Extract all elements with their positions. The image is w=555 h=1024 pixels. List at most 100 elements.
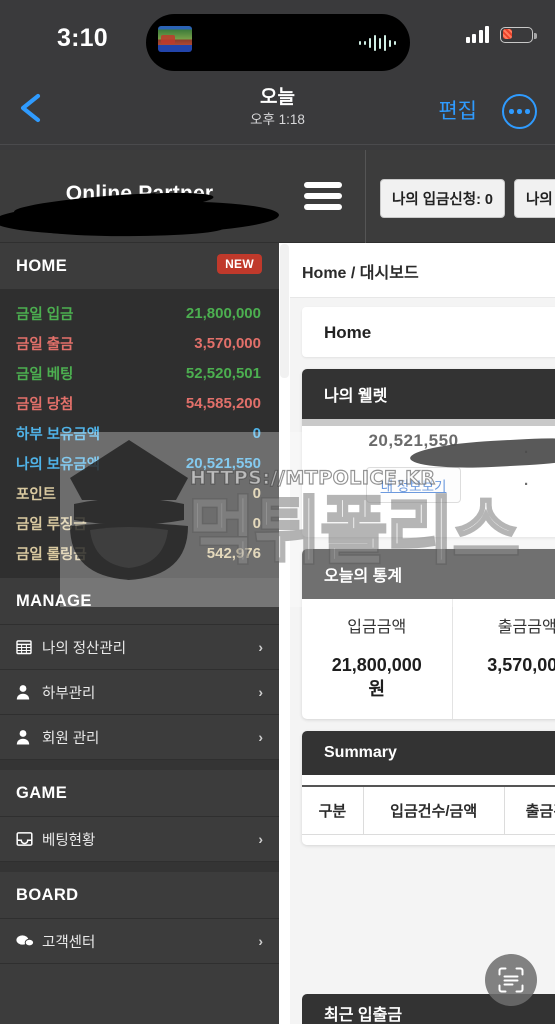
stat-label: 나의 보유금액	[16, 456, 101, 473]
stat-cell-label: 입금금액	[347, 619, 407, 636]
stat-cell-value: 21,800,000 원	[331, 655, 422, 699]
stat-label: 포인트	[16, 486, 57, 503]
summary-card-title: Summary	[302, 731, 555, 775]
wallet-side-values: · ·	[524, 444, 529, 493]
chevron-right-icon: ›	[258, 831, 263, 847]
battery-icon	[500, 26, 537, 43]
list-item: 금일 출금 3,570,000	[0, 328, 279, 358]
stat-value: 0	[252, 484, 261, 502]
stat-cell-deposit: 입금금액 21,800,000 원	[302, 599, 453, 719]
sidebar-item-label: 회원 관리	[42, 730, 100, 747]
user-icon	[16, 684, 42, 700]
wallet-divider	[302, 419, 555, 426]
list-item: 나의 보유금액 20,521,550	[0, 448, 279, 478]
table-row: 구분 입금건수/금액 출금건수	[302, 786, 555, 835]
today-stats-title: 오늘의 통계	[302, 549, 555, 599]
live-text-scan-button[interactable]	[485, 954, 537, 1006]
sidebar-divider	[0, 760, 279, 770]
chevron-right-icon: ›	[258, 639, 263, 655]
stat-value: 54,585,200	[185, 394, 261, 412]
sidebar-item-subagent[interactable]: 하부관리 ›	[0, 670, 279, 715]
sidebar-item-members[interactable]: 회원 관리 ›	[0, 715, 279, 760]
list-item: 포인트 0	[0, 478, 279, 508]
hamburger-menu-icon[interactable]	[304, 182, 342, 212]
sidebar-section-home[interactable]: HOME NEW	[0, 243, 279, 290]
stat-value: 21,800,000	[185, 304, 261, 322]
stat-value: 0	[252, 514, 261, 532]
breadcrumb: Home / 대시보드	[290, 244, 555, 298]
my-withdraw-request-button[interactable]: 나의	[514, 179, 555, 218]
scrollbar-thumb[interactable]	[280, 244, 289, 378]
sidebar-section-title: MANAGE	[16, 591, 92, 610]
chevron-right-icon: ›	[258, 933, 263, 949]
stat-label: 금일 루징금	[16, 516, 87, 533]
stat-label: 금일 당첨	[16, 396, 74, 413]
dynamic-island[interactable]	[146, 14, 410, 71]
sidebar-item-label: 베팅현황	[42, 832, 96, 849]
header-divider	[365, 150, 366, 243]
page-header: 나의 입금신청: 0 나의	[279, 150, 555, 243]
sidebar-section-title: HOME	[16, 256, 68, 275]
edit-button[interactable]: 편집	[438, 95, 477, 125]
header-buttons: 나의 입금신청: 0 나의	[380, 179, 555, 218]
sidebar-section-board: BOARD	[0, 872, 279, 919]
chevron-right-icon: ›	[258, 729, 263, 745]
sidebar-stats-list: 금일 입금 21,800,000 금일 출금 3,570,000 금일 베팅 5…	[0, 290, 279, 578]
today-stats-card: 오늘의 통계 입금금액 21,800,000 원 출금금액 3,570,000	[302, 549, 555, 719]
list-item: 금일 루징금 0	[0, 508, 279, 538]
audio-waveform-icon	[358, 34, 396, 52]
app-screen: 3:10 오늘 오후 1:18 편집 HOME NEW 금일 입금 21,800…	[0, 0, 555, 1024]
wallet-card-title: 나의 웰렛	[302, 369, 555, 419]
ellipsis-circle-icon[interactable]	[502, 94, 537, 129]
wallet-balance-block: 20,521,550 내 정보보기	[316, 431, 511, 503]
stat-value: 52,520,501	[185, 364, 261, 382]
main-content: Home 나의 웰렛 20,521,550 내 정보보기 ·· 오늘의 통계	[290, 298, 555, 1024]
sidebar-logo[interactable]: Online Partner	[0, 150, 280, 243]
column-header: 입금건수/금액	[363, 786, 505, 835]
stat-cell-label: 출금금액	[497, 619, 555, 636]
sidebar-item-label: 나의 정산관리	[42, 640, 127, 657]
summary-card-body: 구분 입금건수/금액 출금건수	[302, 775, 555, 845]
summary-table: 구분 입금건수/금액 출금건수	[302, 785, 555, 835]
my-info-button[interactable]: 내 정보보기	[365, 467, 462, 503]
list-item: 금일 당첨 54,585,200	[0, 388, 279, 418]
home-panel: Home	[302, 307, 555, 357]
stat-label: 금일 베팅	[16, 366, 74, 383]
chat-bubbles-icon	[16, 934, 42, 948]
column-header: 구분	[302, 786, 364, 835]
sidebar: Online Partner HOME NEW 금일 입금 21,800,000…	[0, 150, 280, 1024]
sidebar-item-customer-service[interactable]: 고객센터 ›	[0, 919, 279, 964]
status-indicators	[465, 26, 537, 43]
list-item: 하부 보유금액 0	[0, 418, 279, 448]
panel-title: Home	[324, 323, 372, 342]
list-item: 금일 롤링금 542,976	[0, 538, 279, 568]
my-deposit-request-button[interactable]: 나의 입금신청: 0	[380, 179, 505, 218]
sidebar-section-game: GAME	[0, 770, 279, 817]
sidebar-item-settlement[interactable]: 나의 정산관리 ›	[0, 625, 279, 670]
cellular-bars-icon	[465, 26, 489, 43]
status-clock: 3:10	[57, 24, 108, 52]
stat-cell-withdraw: 출금금액 3,570,000	[453, 599, 555, 719]
navigation-bar: 오늘 오후 1:18 편집	[0, 74, 555, 145]
ios-status-bar: 3:10	[0, 0, 555, 74]
sidebar-item-label: 고객센터	[42, 934, 96, 951]
sidebar-item-label: 하부관리	[42, 685, 96, 702]
stat-value: 542,976	[206, 544, 261, 562]
sidebar-scrollbar[interactable]	[279, 150, 290, 1024]
stat-label: 하부 보유금액	[16, 426, 101, 443]
media-thumbnail-icon	[158, 26, 192, 52]
today-stats-body: 입금금액 21,800,000 원 출금금액 3,570,000	[302, 599, 555, 719]
breadcrumb-text: Home / 대시보드	[302, 264, 419, 282]
wallet-amount: 20,521,550	[368, 431, 459, 450]
sidebar-item-betting-status[interactable]: 베팅현황 ›	[0, 817, 279, 862]
sidebar-section-title: GAME	[16, 783, 68, 802]
chevron-right-icon: ›	[258, 684, 263, 700]
redaction-mark	[0, 199, 280, 237]
stat-label: 금일 입금	[16, 306, 74, 323]
sidebar-section-manage: MANAGE	[0, 578, 279, 625]
status-badge: NEW	[217, 254, 262, 274]
stat-cell-value: 3,570,000	[487, 655, 555, 675]
sidebar-section-title: BOARD	[16, 885, 79, 904]
list-item: 금일 베팅 52,520,501	[0, 358, 279, 388]
wallet-card: 나의 웰렛 20,521,550 내 정보보기 · ·	[302, 369, 555, 537]
